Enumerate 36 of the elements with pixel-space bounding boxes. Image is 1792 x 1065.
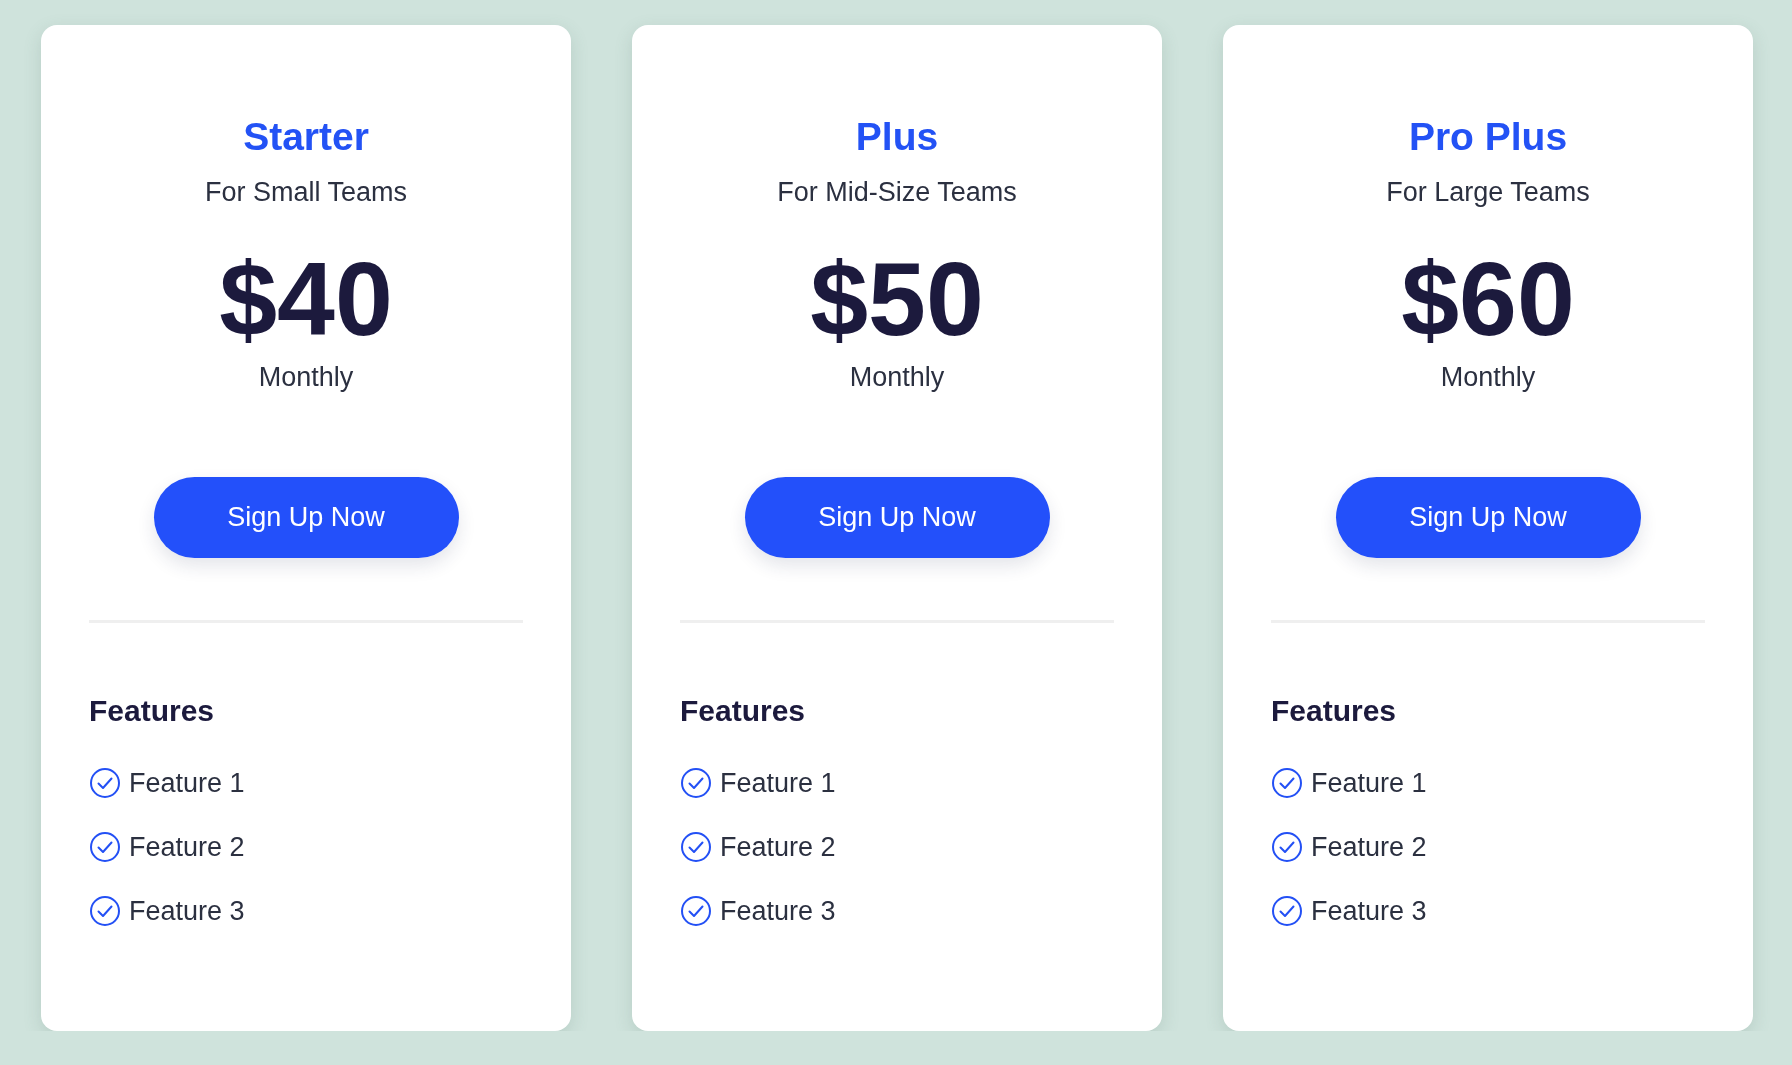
feature-label: Feature 2 [1311, 831, 1427, 864]
sign-up-button[interactable]: Sign Up Now [744, 477, 1050, 558]
feature-label: Feature 3 [720, 895, 836, 928]
plan-period: Monthly [1440, 361, 1536, 394]
sign-up-button[interactable]: Sign Up Now [153, 477, 459, 558]
plan-name: Starter [243, 114, 369, 160]
check-circle-icon [681, 768, 711, 798]
sign-up-button[interactable]: Sign Up Now [1335, 477, 1641, 558]
check-circle-icon [681, 896, 711, 926]
plan-period: Monthly [849, 361, 945, 394]
feature-label: Feature 1 [1311, 767, 1427, 800]
features-heading: Features [1271, 693, 1397, 729]
feature-label: Feature 2 [129, 831, 245, 864]
plan-period: Monthly [258, 361, 354, 394]
feature-label: Feature 3 [1311, 895, 1427, 928]
plan-name: Plus [855, 114, 939, 160]
features-heading: Features [89, 693, 215, 729]
check-circle-icon [681, 832, 711, 862]
feature-label: Feature 2 [720, 831, 836, 864]
check-circle-icon [1272, 896, 1302, 926]
features-heading: Features [680, 693, 806, 729]
plan-name: Pro Plus [1408, 114, 1568, 160]
check-circle-icon [90, 832, 120, 862]
plan-price: $60 [1401, 241, 1575, 357]
plan-audience: For Large Teams [1386, 176, 1590, 209]
check-circle-icon [90, 768, 120, 798]
feature-label: Feature 1 [129, 767, 245, 800]
plan-price: $40 [219, 241, 393, 357]
feature-label: Feature 1 [720, 767, 836, 800]
check-circle-icon [90, 896, 120, 926]
check-circle-icon [1272, 832, 1302, 862]
plan-audience: For Mid-Size Teams [777, 176, 1017, 209]
plan-audience: For Small Teams [204, 176, 408, 209]
feature-label: Feature 3 [129, 895, 245, 928]
check-circle-icon [1272, 768, 1302, 798]
plan-price: $50 [810, 241, 984, 357]
